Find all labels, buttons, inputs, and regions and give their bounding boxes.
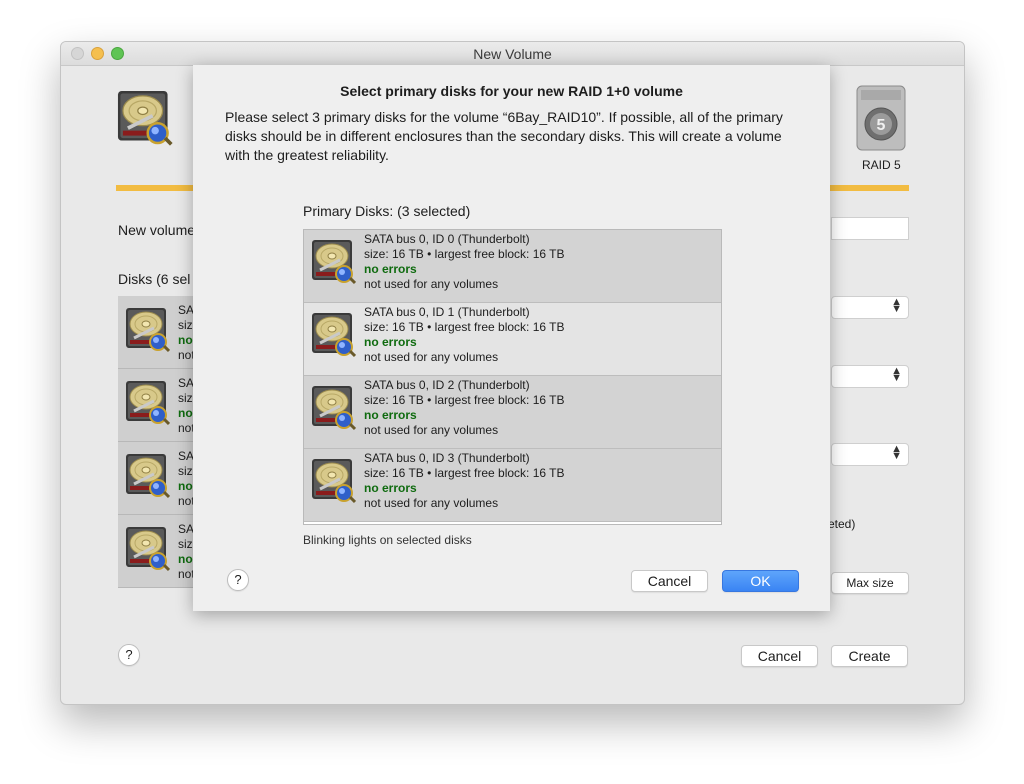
volume-name-input[interactable]: [831, 217, 909, 240]
disk-usage: not used for any volumes: [364, 277, 499, 291]
cancel-button[interactable]: Cancel: [631, 570, 708, 592]
dialog-message: Please select 3 primary disks for the vo…: [225, 109, 783, 163]
primary-disks-label: Primary Disks: (3 selected): [303, 203, 471, 219]
background-disk-row[interactable]: SA siz no not: [118, 369, 194, 442]
blinking-lights-note: Blinking lights on selected disks: [303, 533, 472, 547]
cancel-button[interactable]: Cancel: [741, 645, 818, 667]
disk-row-line3: no: [178, 333, 193, 347]
hard-drive-icon: [310, 382, 356, 432]
select-primary-disks-dialog: Select primary disks for your new RAID 1…: [193, 65, 830, 611]
help-button[interactable]: ?: [227, 569, 249, 591]
disk-size: size: 16 TB • largest free block: 16 TB: [364, 247, 565, 261]
disk-row-line1: SA: [178, 303, 194, 317]
disk-status: no errors: [364, 335, 417, 349]
disk-name: SATA bus 0, ID 0 (Thunderbolt): [364, 232, 530, 246]
raid5-icon: 5: [855, 84, 907, 152]
disk-usage: not used for any volumes: [364, 423, 499, 437]
disk-status: no errors: [364, 262, 417, 276]
disk-size: size: 16 TB • largest free block: 16 TB: [364, 393, 565, 407]
hard-drive-icon: [310, 236, 356, 286]
help-button[interactable]: ?: [118, 644, 140, 666]
chunk-size-select[interactable]: ▲ ▼: [831, 365, 909, 388]
hard-drive-icon: [310, 309, 356, 359]
title-bar: New Volume: [61, 42, 964, 66]
disk-usage: not used for any volumes: [364, 496, 499, 510]
disk-row-line4: not: [178, 494, 194, 508]
background-disk-row[interactable]: SA siz no not: [118, 515, 194, 588]
hard-drive-icon: [113, 86, 175, 148]
max-size-button[interactable]: Max size: [831, 572, 909, 594]
hard-drive-icon: [124, 450, 170, 500]
hard-drive-icon: [124, 304, 170, 354]
disk-name: SATA bus 0, ID 1 (Thunderbolt): [364, 305, 530, 319]
raid-type-select[interactable]: ▲ ▼: [831, 296, 909, 319]
disk-row-line1: SA: [178, 449, 194, 463]
disk-row-line3: no: [178, 552, 193, 566]
chevron-updown-icon: ▲ ▼: [891, 443, 902, 462]
disk-name: SATA bus 0, ID 3 (Thunderbolt): [364, 451, 530, 465]
primary-disks-list[interactable]: SATA bus 0, ID 0 (Thunderbolt) size: 16 …: [303, 229, 722, 525]
disk-row-line2: siz: [178, 318, 193, 332]
raid-label: RAID 5: [862, 158, 901, 172]
new-volume-label: New volume: [118, 222, 196, 238]
disk-row-line4: not: [178, 567, 194, 581]
create-button[interactable]: Create: [831, 645, 908, 667]
disk-row-line2: siz: [178, 537, 193, 551]
hard-drive-icon: [124, 377, 170, 427]
disk-row[interactable]: SATA bus 0, ID 0 (Thunderbolt) size: 16 …: [304, 230, 721, 303]
disk-row-line4: not: [178, 348, 194, 362]
svg-text:5: 5: [877, 117, 886, 134]
hard-drive-icon: [310, 455, 356, 505]
disk-row[interactable]: SATA bus 0, ID 1 (Thunderbolt) size: 16 …: [304, 303, 721, 376]
dialog-title: Select primary disks for your new RAID 1…: [340, 83, 683, 99]
disk-row-line2: siz: [178, 391, 193, 405]
disk-row-line3: no: [178, 479, 193, 493]
chevron-updown-icon: ▲ ▼: [891, 296, 902, 315]
deleted-note: eted): [828, 517, 856, 531]
disks-label: Disks (6 sel: [118, 271, 191, 287]
disk-usage: not used for any volumes: [364, 350, 499, 364]
hard-drive-icon: [124, 523, 170, 573]
background-disk-row[interactable]: SA siz no not: [118, 296, 194, 369]
ok-button[interactable]: OK: [722, 570, 799, 592]
filesystem-select[interactable]: ▲ ▼: [831, 443, 909, 466]
disk-size: size: 16 TB • largest free block: 16 TB: [364, 466, 565, 480]
disk-size: size: 16 TB • largest free block: 16 TB: [364, 320, 565, 334]
disk-name: SATA bus 0, ID 2 (Thunderbolt): [364, 378, 530, 392]
disk-status: no errors: [364, 481, 417, 495]
disk-row[interactable]: SATA bus 0, ID 3 (Thunderbolt) size: 16 …: [304, 449, 721, 522]
disk-row[interactable]: SATA bus 0, ID 2 (Thunderbolt) size: 16 …: [304, 376, 721, 449]
disk-row-line1: SA: [178, 522, 194, 536]
disk-row-line2: siz: [178, 464, 193, 478]
disk-row-line4: not: [178, 421, 194, 435]
disk-row-line1: SA: [178, 376, 194, 390]
window-title: New Volume: [473, 46, 552, 62]
disk-status: no errors: [364, 408, 417, 422]
disk-row-line3: no: [178, 406, 193, 420]
background-disk-row[interactable]: SA siz no not: [118, 442, 194, 515]
chevron-updown-icon: ▲ ▼: [891, 365, 902, 384]
